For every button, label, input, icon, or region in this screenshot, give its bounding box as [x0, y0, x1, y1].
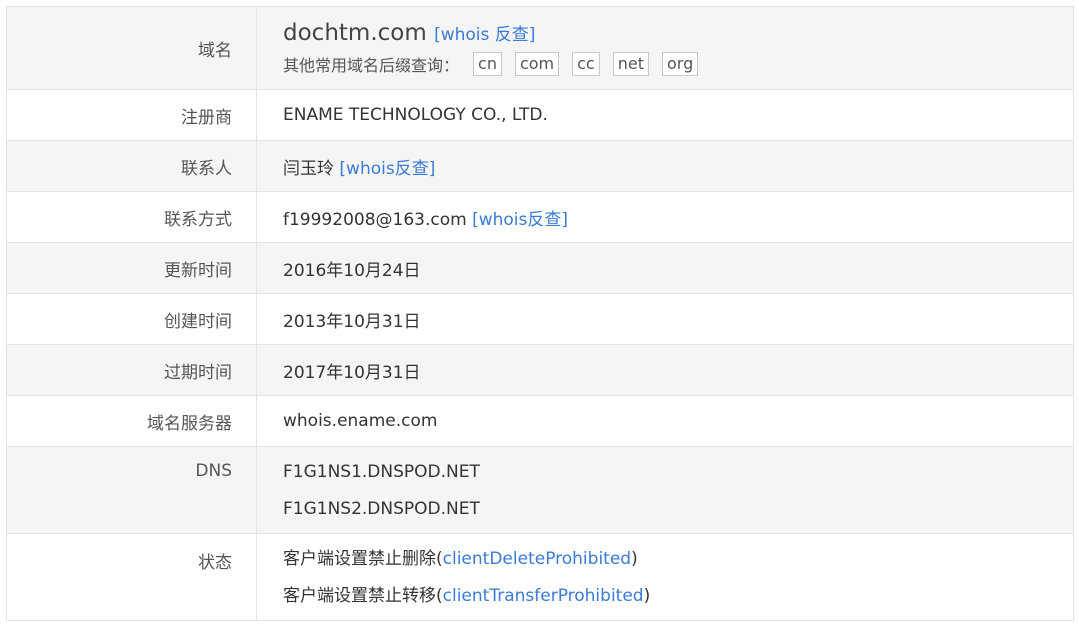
whois-table: 域名 dochtm.com [whois 反查] 其他常用域名后缀查询： cn …: [6, 6, 1074, 621]
row-dns: DNS F1G1NS1.DNSPOD.NET F1G1NS2.DNSPOD.NE…: [7, 447, 1073, 534]
suffix-cn[interactable]: cn: [473, 52, 502, 76]
suffix-label: 其他常用域名后缀查询：: [283, 56, 460, 75]
status-text: 客户端设置禁止转移: [283, 585, 436, 606]
value-email: f19992008@163.com: [283, 209, 467, 230]
suffix-cc[interactable]: cc: [572, 52, 600, 76]
suffix-net[interactable]: net: [612, 52, 649, 76]
label-created: 创建时间: [7, 294, 257, 344]
suffix-com[interactable]: com: [514, 52, 560, 76]
value-expires: 2017年10月31日: [283, 362, 421, 383]
email-whois-link[interactable]: [whois反查]: [472, 210, 568, 230]
suffix-org[interactable]: org: [661, 52, 699, 76]
value-updated: 2016年10月24日: [283, 260, 421, 281]
row-expires: 过期时间 2017年10月31日: [7, 345, 1073, 396]
row-registrar: 注册商 ENAME TECHNOLOGY CO., LTD.: [7, 90, 1073, 141]
status-item: 客户端设置禁止删除(clientDeleteProhibited): [283, 549, 1073, 569]
dns-server-2: F1G1NS2.DNSPOD.NET: [283, 498, 480, 519]
status-code-link[interactable]: clientDeleteProhibited: [443, 549, 631, 569]
status-paren-close: ): [631, 548, 638, 569]
label-contact: 联系人: [7, 141, 257, 191]
value-contact: 闫玉玲: [283, 158, 334, 179]
row-contact-method: 联系方式 f19992008@163.com [whois反查]: [7, 192, 1073, 243]
label-dns: DNS: [7, 447, 257, 533]
row-name-server: 域名服务器 whois.ename.com: [7, 396, 1073, 447]
status-text: 客户端设置禁止删除: [283, 548, 436, 569]
label-domain: 域名: [7, 7, 257, 89]
status-code-link[interactable]: clientTransferProhibited: [443, 586, 644, 606]
dns-server-1: F1G1NS1.DNSPOD.NET: [283, 461, 480, 482]
row-status: 状态 客户端设置禁止删除(clientDeleteProhibited) 客户端…: [7, 534, 1073, 621]
value-created: 2013年10月31日: [283, 311, 421, 332]
label-name-server: 域名服务器: [7, 396, 257, 446]
status-paren-close: ): [643, 585, 651, 606]
contact-whois-link[interactable]: [whois反查]: [339, 159, 435, 179]
status-item: 客户端设置禁止转移(clientTransferProhibited): [283, 586, 1073, 606]
label-updated: 更新时间: [7, 243, 257, 293]
status-paren-open: (: [436, 548, 443, 569]
suffix-query: 其他常用域名后缀查询： cn com cc net org: [283, 52, 1073, 76]
row-updated: 更新时间 2016年10月24日: [7, 243, 1073, 294]
label-status: 状态: [7, 534, 257, 620]
value-name-server: whois.ename.com: [283, 411, 438, 431]
domain-name: dochtm.com: [283, 20, 427, 46]
label-registrar: 注册商: [7, 90, 257, 140]
row-contact: 联系人 闫玉玲 [whois反查]: [7, 141, 1073, 192]
label-expires: 过期时间: [7, 345, 257, 395]
value-domain: dochtm.com [whois 反查] 其他常用域名后缀查询： cn com…: [257, 7, 1073, 89]
row-domain: 域名 dochtm.com [whois 反查] 其他常用域名后缀查询： cn …: [7, 7, 1073, 90]
value-registrar: ENAME TECHNOLOGY CO., LTD.: [283, 105, 548, 125]
row-created: 创建时间 2013年10月31日: [7, 294, 1073, 345]
status-paren-open: (: [436, 585, 443, 606]
domain-whois-link[interactable]: [whois 反查]: [434, 25, 535, 45]
label-contact-method: 联系方式: [7, 192, 257, 242]
